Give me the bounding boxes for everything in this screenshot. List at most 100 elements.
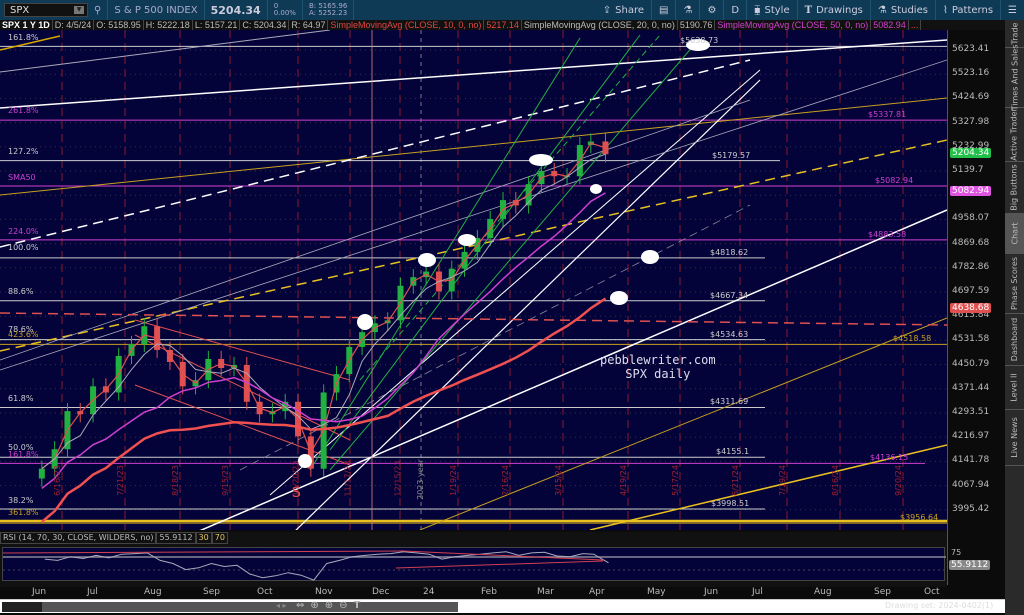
sidebar-tab-live-news[interactable]: Live News [1005,410,1024,466]
sidebar-tab-big-buttons[interactable]: Big Buttons [1005,162,1024,214]
sidebar-tab-dashboard[interactable]: Dashboard [1005,314,1024,366]
price-tick: 5139.7 [952,165,984,175]
fib-label: 161.8% [8,32,39,42]
time-axis[interactable]: Jun Jul Aug Sep Oct Nov Dec 24 Feb Mar Apr May Jun Ju… [0,587,947,598]
date-marker-label: 6/16/23 [52,465,62,496]
drawings-button[interactable]: T Drawings [798,0,871,20]
fib-label: 100.0% [8,243,39,253]
price-level-label: $4883.58 [868,229,907,239]
menu-button[interactable]: ☰ [1001,0,1024,20]
wave-markers[interactable] [298,39,710,468]
fib-label: 38.2% [8,495,34,505]
sidebar-tab-times-and-sales[interactable]: Times And Sales [1005,45,1024,110]
text-tool-icon[interactable]: T [354,600,361,611]
chart-info-bar: SPX 1 Y 1D D: 4/5/24 O: 5158.95 H: 5222.… [0,20,1005,30]
bar-high: H: 5222.18 [144,20,193,30]
share-button[interactable]: ⇪ Share [596,0,653,20]
price-axis[interactable]: 5623.41 5523.16 5424.69 5327.98 5232.99 5139.… [947,30,1005,585]
date-marker-label: 11/17/23 [343,460,353,497]
date-marker-label: 6/21/24 [730,465,740,496]
sma20-label[interactable]: SimpleMovingAvg (CLOSE, 20, 0, no) [522,20,678,30]
sidebar-tab-phase-scores[interactable]: Phase Scores [1005,254,1024,314]
calendar-icon: ▤ [659,4,669,16]
sidebar-tab-label: Phase Scores [1010,256,1020,311]
wave-label: S [292,485,301,501]
flask-icon: ⚗ [877,4,887,16]
change-block: 0 0.00% [268,0,303,20]
aggregation-button[interactable]: D [724,0,748,20]
sidebar-tab-label: Active Trader [1010,108,1020,161]
scroll-thumb[interactable] [42,602,458,612]
share-label: Share [615,4,645,16]
date-marker-label: 7/19/24 [777,465,787,496]
sma50-label[interactable]: SimpleMovingAvg (CLOSE, 50, 0, no) [715,20,872,30]
studies-label: Studies [890,4,928,16]
chart-settings-button[interactable]: ▤ [652,0,677,20]
zoom-in-icon[interactable]: ⊕ [325,600,333,611]
fib-label: 261.8% [8,106,39,116]
price-level-label: $5337.81 [868,110,907,120]
price-tick: 4782.86 [952,261,990,272]
fib-label: 61.8% [8,394,34,404]
month-label: Jul [752,587,763,597]
right-sidebar: Trade Times And Sales Active Trader Big But… [1005,20,1024,615]
price-level-label: $4667.34 [710,290,749,300]
date-marker-label: 9/20/24 [893,465,903,496]
rsi-oversold: 30 [195,532,212,544]
month-label: Sep [203,587,220,597]
price-tick: 4371.44 [952,382,990,393]
last-price: 5204.34 [205,0,268,20]
aggregation-label: D [731,4,740,16]
price-level-label: $4534.63 [710,329,749,339]
chart-scrollbar[interactable]: ◂ ▸ ⇔ ⊕ ⊕ ⊖ T Drawing set: 2024-0402(1) [0,599,1005,613]
price-level-label: $3998.51 [711,498,750,508]
fib-label: 224.0% [8,226,39,236]
price-tick: 4869.68 [952,237,990,248]
rsi-plot[interactable] [2,547,946,581]
bid-ask-block: B: 5165.96 A: 5252.23 [303,0,355,20]
link-icon[interactable]: ⚲ [88,0,109,20]
month-label: 24 [423,587,435,597]
symbol-value: SPX [10,4,30,16]
month-label: Mar [537,587,554,597]
rsi-trend-line [2,550,404,554]
scroll-arrows-icon[interactable]: ◂ ▸ [276,601,287,610]
sidebar-tab-chart[interactable]: Chart [1005,214,1024,254]
patterns-button[interactable]: ⌇ Patterns [936,0,1002,20]
price-badge: 4638.68 [950,303,992,314]
sidebar-tab-label: Chart [1010,222,1020,245]
studies-button[interactable]: ⚗ Studies [871,0,936,20]
sidebar-tab-active-trader[interactable]: Active Trader [1005,108,1024,162]
sma10-value: 5217.14 [484,20,522,30]
more-studies[interactable]: ... [909,20,922,30]
drawing-set[interactable]: Drawing set: 2024-0402(1) [885,601,993,610]
pct-change: 0.00% [273,9,296,17]
price-level-label: $4518.58 [893,334,932,344]
price-level-label: $5179.57 [712,150,751,160]
price-badge: 5082.94 [950,186,992,197]
price-tick: 4067.94 [952,479,990,490]
rsi-trend-line [395,560,604,569]
symbol-selector[interactable]: SPX ▼ [4,3,88,17]
gear-button[interactable]: ⚙ [700,0,725,20]
fib-label: 423.6% [8,329,39,339]
flask-button[interactable]: ⚗ [676,0,701,20]
sma10-label[interactable]: SimpleMovingAvg (CLOSE, 10, 0, no) [328,20,485,30]
rsi-label[interactable]: RSI (14, 70, 30, CLOSE, WILDERS, no) [0,532,157,544]
sidebar-tab-label: Big Buttons [1010,164,1020,211]
pan-icon[interactable]: ⇔ [296,600,304,611]
price-tick: 4958.07 [952,213,990,224]
date-marker-label: 8/16/24 [830,465,840,496]
date-marker-label: 2/16/24 [500,465,510,496]
bar-date: D: 4/5/24 [53,20,95,30]
trend-lines[interactable] [0,30,947,530]
rsi-value-badge: 55.9112 [949,560,991,570]
zoom-out-icon[interactable]: ⊖ [339,600,347,611]
crosshair-icon[interactable]: ⊕ [310,600,318,611]
sidebar-tab-level-ii[interactable]: Level II [1005,366,1024,410]
style-button[interactable]: ⧯ Style [747,0,798,20]
price-chart[interactable]: 161.8% 261.8% 127.2% SMA50 224.0% 100.0% 88.6%… [0,30,947,530]
month-label: Feb [481,587,497,597]
price-tick: 3995.42 [952,503,990,514]
chevron-down-icon[interactable]: ▼ [74,6,84,14]
